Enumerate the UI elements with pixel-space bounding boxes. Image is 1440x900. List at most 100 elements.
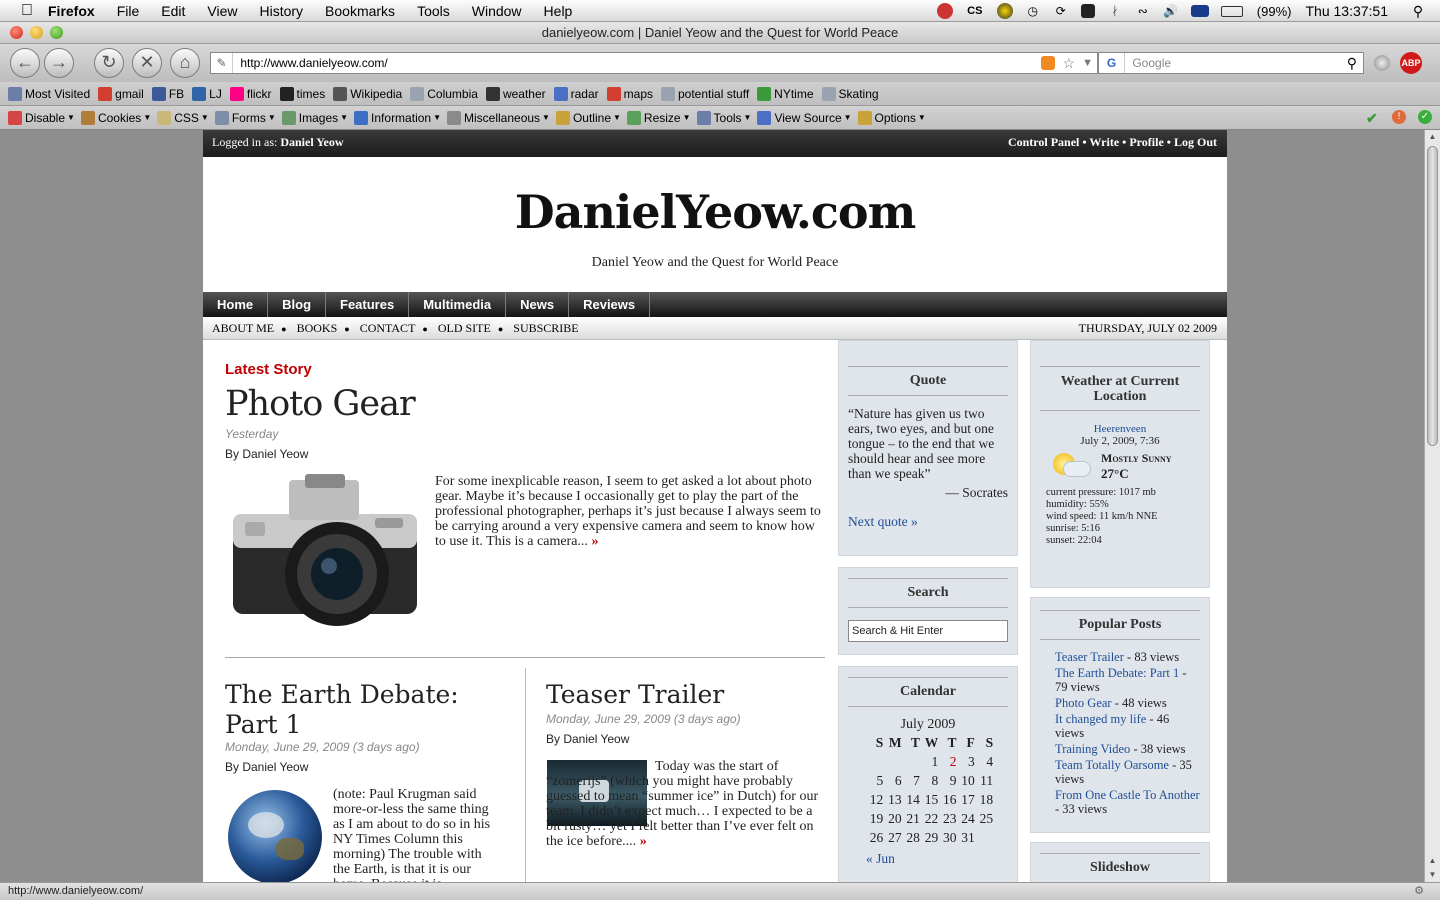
webdev-menu-item[interactable]: Forms ▼ bbox=[214, 110, 276, 125]
url-text[interactable]: http://www.danielyeow.com/ bbox=[240, 56, 387, 70]
volume-icon[interactable]: 🔊 bbox=[1163, 3, 1179, 19]
vertical-scrollbar[interactable]: ▲ ▲ ▼ bbox=[1424, 130, 1440, 882]
wifi-icon[interactable]: ∾ bbox=[1135, 3, 1151, 19]
back-button[interactable]: ← bbox=[10, 48, 40, 78]
search-placeholder[interactable]: Google bbox=[1132, 56, 1171, 70]
menu-bookmarks[interactable]: Bookmarks bbox=[325, 3, 395, 19]
menu-file[interactable]: File bbox=[117, 3, 140, 19]
home-button[interactable]: ⌂ bbox=[170, 48, 200, 78]
webdev-menu-item[interactable]: Cookies ▼ bbox=[80, 110, 151, 125]
calendar-day[interactable]: 5 bbox=[865, 773, 884, 792]
clock[interactable]: Thu 13:37:51 bbox=[1305, 3, 1388, 19]
bookmark-item[interactable]: Skating bbox=[821, 86, 879, 101]
google-engine-icon[interactable]: G bbox=[1099, 53, 1125, 73]
calendar-day[interactable]: 17 bbox=[956, 792, 975, 811]
subnav-old-site[interactable]: Old Site bbox=[438, 321, 491, 335]
tab-home[interactable]: Home bbox=[203, 292, 269, 317]
valid-status-icon[interactable]: ✓ bbox=[1418, 110, 1432, 124]
webdev-menu-item[interactable]: Outline ▼ bbox=[555, 110, 621, 125]
rss-feed-icon[interactable] bbox=[1041, 56, 1055, 70]
error-status-icon[interactable]: ! bbox=[1392, 110, 1406, 124]
teaser-trailer-title[interactable]: Teaser Trailer bbox=[546, 680, 724, 710]
australia-flag-icon[interactable] bbox=[1190, 5, 1209, 17]
calendar-day[interactable]: 12 bbox=[865, 792, 884, 811]
apple-icon[interactable]:  bbox=[18, 2, 36, 20]
bluetooth-icon[interactable]: ᛅ bbox=[1107, 3, 1123, 19]
calendar-day[interactable] bbox=[883, 754, 901, 773]
bookmark-star-icon[interactable]: ☆ bbox=[1062, 53, 1075, 73]
time-machine-icon[interactable]: ◷ bbox=[1025, 3, 1041, 19]
stop-button[interactable]: ✕ bbox=[132, 48, 162, 78]
calendar-day[interactable]: 24 bbox=[956, 811, 975, 830]
calendar-day[interactable]: 7 bbox=[902, 773, 920, 792]
calendar-day[interactable]: 18 bbox=[975, 792, 994, 811]
bookmark-item[interactable]: maps bbox=[606, 86, 653, 101]
reload-button[interactable]: ↻ bbox=[94, 48, 124, 78]
subnav-contact[interactable]: Contact bbox=[360, 321, 416, 335]
read-more-link[interactable]: » bbox=[591, 534, 598, 549]
calendar-day[interactable]: 25 bbox=[975, 811, 994, 830]
scroll-down-icon[interactable]: ▼ bbox=[1425, 868, 1440, 882]
battery-icon[interactable] bbox=[1220, 5, 1243, 17]
calendar-day[interactable]: 1 bbox=[920, 754, 938, 773]
popular-post-link[interactable]: Photo Gear bbox=[1055, 696, 1112, 710]
spaces-icon[interactable] bbox=[1080, 4, 1095, 18]
growl-icon[interactable] bbox=[936, 3, 953, 19]
cs-icon[interactable]: CS bbox=[965, 3, 985, 19]
control-panel-link[interactable]: Control Panel bbox=[1008, 135, 1079, 149]
calendar-day[interactable]: 9 bbox=[938, 773, 957, 792]
previous-month-link[interactable]: « Jun bbox=[866, 851, 1017, 867]
minimize-window-button[interactable] bbox=[30, 26, 43, 39]
bookmark-item[interactable]: LJ bbox=[192, 86, 222, 101]
popular-post-link[interactable]: It changed my life bbox=[1055, 712, 1146, 726]
calendar-day[interactable]: 26 bbox=[865, 830, 884, 849]
calendar-day[interactable]: 21 bbox=[902, 811, 920, 830]
bookmark-item[interactable]: radar bbox=[553, 86, 599, 101]
close-window-button[interactable] bbox=[10, 26, 23, 39]
calendar-day[interactable] bbox=[902, 754, 920, 773]
webdev-menu-item[interactable]: Options ▼ bbox=[857, 110, 926, 125]
scroll-up-icon[interactable]: ▲ bbox=[1425, 130, 1440, 144]
bookmark-item[interactable]: Columbia bbox=[410, 86, 478, 101]
webdev-menu-item[interactable]: View Source ▼ bbox=[757, 110, 852, 125]
calendar-day[interactable]: 29 bbox=[920, 830, 939, 849]
zoom-window-button[interactable] bbox=[50, 26, 63, 39]
menu-view[interactable]: View bbox=[207, 3, 237, 19]
site-search-input[interactable]: Search & Hit Enter bbox=[848, 620, 1008, 642]
bookmark-item[interactable]: weather bbox=[485, 86, 546, 101]
write-link[interactable]: Write bbox=[1089, 135, 1119, 149]
calendar-day[interactable]: 15 bbox=[920, 792, 939, 811]
calendar-day[interactable]: 16 bbox=[938, 792, 957, 811]
tab-reviews[interactable]: Reviews bbox=[569, 292, 651, 317]
calendar-day[interactable]: 31 bbox=[956, 830, 975, 849]
bookmark-item[interactable]: gmail bbox=[98, 86, 144, 101]
bookmark-item[interactable]: FB bbox=[151, 86, 184, 101]
webdev-menu-item[interactable]: Resize ▼ bbox=[626, 110, 691, 125]
url-bar[interactable]: ✎ http://www.danielyeow.com/ ☆ ▼ bbox=[210, 52, 1098, 74]
adblock-plus-icon[interactable]: ABP bbox=[1400, 52, 1422, 74]
popular-post-link[interactable]: Team Totally Oarsome bbox=[1055, 758, 1169, 772]
calendar-day[interactable] bbox=[865, 754, 883, 773]
bookmark-item[interactable]: NYtime bbox=[757, 86, 814, 101]
webdev-menu-item[interactable]: CSS ▼ bbox=[157, 110, 209, 125]
popular-post-link[interactable]: Training Video bbox=[1055, 742, 1130, 756]
webdev-menu-item[interactable]: Disable ▼ bbox=[8, 110, 75, 125]
teaser-read-more-link[interactable]: » bbox=[640, 834, 647, 849]
popular-post-link[interactable]: Teaser Trailer bbox=[1055, 650, 1124, 664]
calendar-day[interactable]: 11 bbox=[975, 773, 993, 792]
calendar-day[interactable]: 2 bbox=[938, 754, 957, 773]
url-dropdown-icon[interactable]: ▼ bbox=[1082, 53, 1093, 73]
tab-features[interactable]: Features bbox=[326, 292, 410, 317]
calendar-day[interactable]: 22 bbox=[920, 811, 939, 830]
subnav-about-me[interactable]: About Me bbox=[212, 321, 274, 335]
webdev-menu-item[interactable]: Miscellaneous ▼ bbox=[447, 110, 550, 125]
webdev-menu-item[interactable]: Information ▼ bbox=[354, 110, 441, 125]
menu-history[interactable]: History bbox=[259, 3, 303, 19]
profile-link[interactable]: Profile bbox=[1129, 135, 1163, 149]
calendar-day[interactable]: 13 bbox=[883, 792, 902, 811]
menu-tools[interactable]: Tools bbox=[417, 3, 450, 19]
menu-app-name[interactable]: Firefox bbox=[48, 3, 95, 19]
calendar-day[interactable]: 8 bbox=[920, 773, 938, 792]
calendar-day[interactable]: 30 bbox=[938, 830, 957, 849]
earth-debate-title[interactable]: The Earth Debate: Part 1 bbox=[225, 680, 505, 740]
